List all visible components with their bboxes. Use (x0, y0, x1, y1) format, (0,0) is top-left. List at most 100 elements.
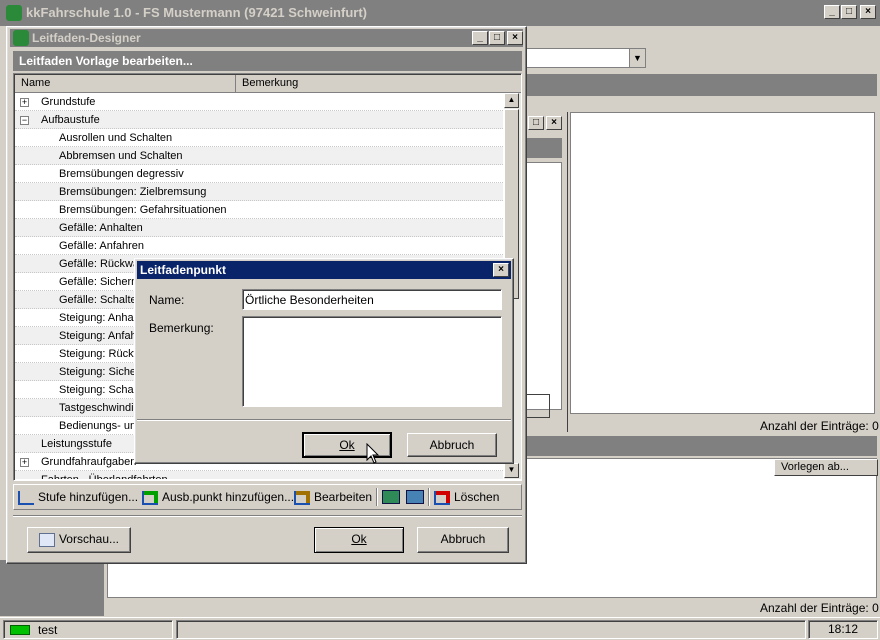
name-field[interactable]: Örtliche Besonderheiten (242, 289, 502, 310)
status-indicator-icon (10, 625, 30, 635)
tree-item[interactable]: + Grundstufe (15, 93, 503, 111)
tree-item-label: Aufbaustufe (41, 114, 100, 126)
status-bar: test 18:12 (0, 617, 880, 640)
remark-label: Bemerkung: (149, 321, 214, 335)
status-text: test (38, 623, 58, 637)
tree-header: Name Bemerkung (15, 75, 521, 93)
tree-item-label: Tastgeschwindig (59, 402, 140, 414)
designer-app-icon (13, 30, 29, 46)
tree-item-label: Bremsübungen: Zielbremsung (59, 186, 207, 198)
dialog-title-bar: Leitfadenpunkt × (137, 261, 511, 279)
minimize-icon[interactable]: _ (824, 5, 840, 19)
bg-dropdown[interactable]: ▼ (520, 48, 646, 68)
close-icon[interactable]: × (507, 31, 523, 45)
bg-gray-bar-2 (520, 436, 877, 456)
chevron-down-icon[interactable]: ▼ (629, 49, 645, 67)
tree-item[interactable]: Bremsübungen degressiv (15, 165, 503, 183)
toolbar-separator (428, 488, 430, 506)
scroll-down-icon[interactable]: ▼ (504, 463, 519, 478)
tree-add-icon (18, 490, 34, 505)
tree-item[interactable]: Bremsübungen: Gefahrsituationen (15, 201, 503, 219)
name-field-value: Örtliche Besonderheiten (245, 293, 374, 307)
delete-button[interactable]: Löschen (434, 486, 499, 508)
tree-item-label: Fahrten - Überlandfahrten (41, 471, 168, 479)
designer-title-bar: Leitfaden-Designer _ □ × (10, 29, 523, 47)
designer-ok-label: Ok (351, 532, 367, 546)
scroll-up-icon[interactable]: ▲ (504, 93, 519, 108)
add-point-button[interactable]: Ausb.punkt hinzufügen... (142, 486, 294, 508)
tree-item-label: Bremsübungen degressiv (59, 168, 184, 180)
tree-item-label: Gefälle: Anhalten (59, 222, 143, 234)
preview-button[interactable]: Vorschau... (27, 527, 131, 553)
designer-header: Leitfaden Vorlage bearbeiten... (13, 51, 522, 71)
main-title-bar: kkFahrschule 1.0 - FS Mustermann (97421 … (0, 0, 880, 26)
bg-left-panel (0, 560, 104, 616)
add-stage-label: Stufe hinzufügen... (38, 490, 139, 504)
tree-item-label: Bremsübungen: Gefahrsituationen (59, 204, 227, 216)
preview-icon (38, 532, 55, 547)
preview-label: Vorschau... (58, 532, 120, 546)
close-icon[interactable]: × (546, 116, 562, 130)
dialog-ok-label: Ok (339, 438, 355, 452)
dialog-cancel-button[interactable]: Abbruch (407, 433, 497, 457)
tree-item[interactable]: Bremsübungen: Zielbremsung (15, 183, 503, 201)
designer-cancel-button[interactable]: Abbruch (417, 527, 509, 553)
minimize-icon[interactable]: _ (472, 31, 488, 45)
tree-item-label: Steigung: Siche (59, 366, 137, 378)
bg-white-panel (570, 112, 875, 414)
mouse-cursor-icon (366, 443, 380, 464)
move-down-icon[interactable] (406, 490, 424, 504)
tree-item[interactable]: Fahrten - Überlandfahrten (15, 471, 503, 479)
collapse-icon[interactable]: − (20, 116, 29, 125)
toolbar-separator (376, 488, 378, 506)
tree-item-label: Grundstufe (41, 96, 96, 108)
dialog-title: Leitfadenpunkt (140, 263, 226, 277)
expand-icon[interactable]: + (20, 458, 29, 467)
column-vorlegen[interactable]: Vorlegen ab... (774, 459, 878, 476)
move-up-icon[interactable] (382, 490, 400, 504)
tree-item-label: Ausrollen und Schalten (59, 132, 173, 144)
bg-sub-window: □ × (520, 112, 568, 432)
designer-divider (13, 515, 522, 517)
dialog-divider (137, 419, 511, 421)
status-time: 18:12 (808, 620, 878, 639)
tree-item-label: Gefälle: Anfahren (59, 240, 145, 252)
maximize-icon[interactable]: □ (841, 5, 857, 19)
column-name[interactable]: Name (15, 75, 236, 92)
maximize-icon[interactable]: □ (489, 31, 505, 45)
tree-item[interactable]: Gefälle: Anfahren (15, 237, 503, 255)
bg-gray-bar (520, 74, 877, 96)
designer-ok-button[interactable]: Ok (314, 527, 404, 553)
tree-item-label: Grundfahraufgaben (41, 456, 137, 468)
add-stage-button[interactable]: Stufe hinzufügen... (18, 486, 138, 508)
tree-item-label: Leistungsstufe (41, 438, 112, 450)
tree-item[interactable]: Ausrollen und Schalten (15, 129, 503, 147)
entry-count-1: Anzahl der Einträge: 0 (760, 419, 879, 433)
maximize-icon[interactable]: □ (528, 116, 544, 130)
tree-edit-icon (294, 490, 310, 505)
edit-label: Bearbeiten (314, 490, 373, 504)
leitfadenpunkt-dialog: Leitfadenpunkt × Name: Örtliche Besonder… (134, 258, 514, 464)
entry-count-2: Anzahl der Einträge: 0 (760, 601, 879, 615)
dialog-cancel-label: Abbruch (429, 438, 475, 452)
name-label: Name: (149, 293, 185, 307)
tree-item[interactable]: Abbremsen und Schalten (15, 147, 503, 165)
tree-item-label: Gefälle: Schalte (59, 294, 137, 306)
tree-item[interactable]: − Aufbaustufe (15, 111, 503, 129)
remark-field[interactable] (242, 316, 502, 407)
add-point-label: Ausb.punkt hinzufügen... (162, 490, 295, 504)
tree-item-label: Steigung: Anhal (59, 312, 137, 324)
main-window-title: kkFahrschule 1.0 - FS Mustermann (97421 … (26, 5, 367, 20)
tree-toolbar: Stufe hinzufügen... Ausb.punkt hinzufüge… (13, 484, 522, 510)
tree-item-label: Abbremsen und Schalten (59, 150, 183, 162)
tree-point-add-icon (142, 490, 158, 505)
tree-item[interactable]: Gefälle: Anhalten (15, 219, 503, 237)
edit-button[interactable]: Bearbeiten (294, 486, 372, 508)
close-icon[interactable]: × (860, 5, 876, 19)
expand-icon[interactable]: + (20, 98, 29, 107)
close-icon[interactable]: × (493, 263, 509, 277)
designer-cancel-label: Abbruch (440, 532, 486, 546)
tree-item-label: Steigung: Schal (59, 384, 137, 396)
column-bemerkung[interactable]: Bemerkung (237, 75, 507, 92)
tree-item-label: Gefälle: Sichern (59, 276, 138, 288)
